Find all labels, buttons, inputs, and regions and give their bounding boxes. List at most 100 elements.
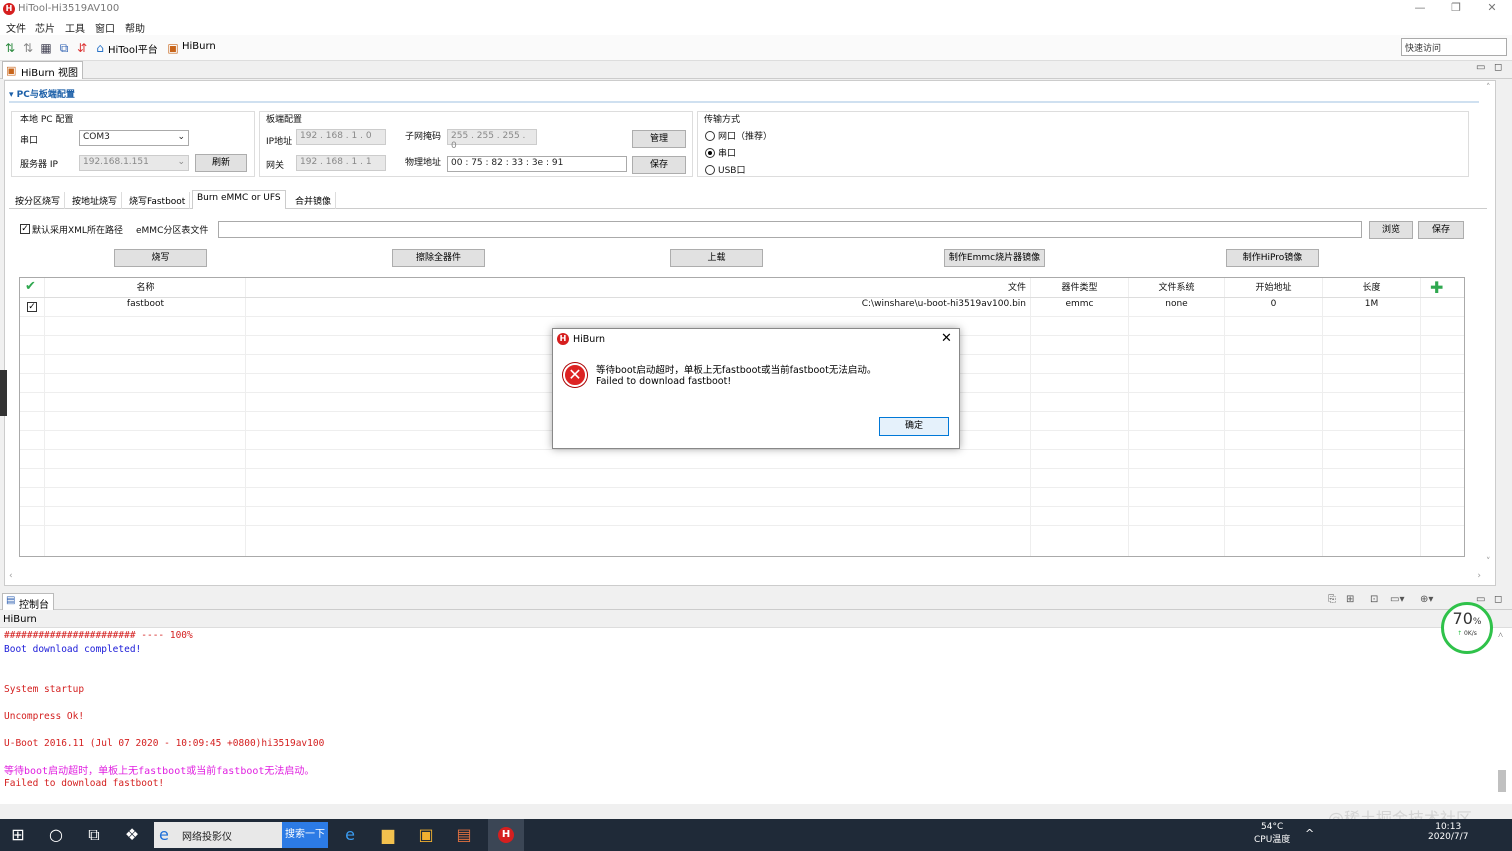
home-icon[interactable]: ⌂ — [93, 41, 107, 55]
radio-serial[interactable] — [705, 148, 715, 158]
tray-expand-icon[interactable]: ^ — [1305, 827, 1314, 840]
gauge-percent: 70 — [1452, 609, 1473, 628]
hiburn-tray-icon[interactable]: ▤ — [454, 825, 474, 845]
manage-button[interactable]: 管理 — [632, 130, 686, 148]
horizontal-scrollbar[interactable]: ‹ › — [7, 571, 1483, 583]
erase-all-button[interactable]: 擦除全器件 — [392, 249, 485, 267]
upload-button[interactable]: 上载 — [670, 249, 763, 267]
tab-merge-image[interactable]: 合并镜像 — [291, 192, 337, 209]
close-icon[interactable]: ✕ — [941, 331, 952, 346]
edge-browser-icon[interactable]: e — [340, 825, 360, 845]
grid-line — [1420, 278, 1421, 556]
scroll-down-icon[interactable]: ˅ — [1486, 557, 1491, 567]
scroll-left-icon[interactable]: ‹ — [9, 571, 13, 581]
subnet-mask-input[interactable]: 255 . 255 . 255 . 0 — [447, 129, 537, 151]
default-xml-path-checkbox[interactable]: ✓ — [20, 224, 30, 234]
taskbar-search-button[interactable]: 搜索一下 — [282, 822, 328, 848]
ip-address-input[interactable]: 192 . 168 . 1 . 0 — [296, 129, 386, 145]
gateway-input[interactable]: 192 . 168 . 1 . 1 — [296, 155, 386, 171]
row-filesystem[interactable]: none — [1129, 299, 1224, 315]
view-minimize-icon[interactable]: ▭ — [1476, 62, 1485, 73]
disconnect-icon[interactable]: ⇅ — [21, 41, 35, 55]
console-maximize-icon[interactable]: ◻ — [1494, 594, 1502, 605]
tab-burn-emmc-ufs[interactable]: Burn eMMC or UFS — [192, 190, 286, 209]
minimize-button[interactable]: — — [1402, 0, 1438, 18]
save-xml-button[interactable]: 保存 — [1418, 221, 1464, 239]
menu-chip[interactable]: 芯片 — [35, 20, 55, 35]
row-start-address[interactable]: 0 — [1225, 299, 1322, 315]
select-all-check-icon[interactable]: ✔ — [25, 279, 36, 294]
console-output[interactable]: ####################### ---- 100% Boot d… — [0, 627, 1512, 804]
chip-icon[interactable]: ▦ — [39, 41, 53, 55]
console-tab[interactable]: ▤ 控制台 — [2, 593, 54, 611]
taskbar-search-box[interactable]: e 网络投影仪 — [154, 822, 282, 848]
browse-button[interactable]: 浏览 — [1369, 221, 1413, 239]
scroll-lock-icon[interactable]: ⊞ — [1346, 594, 1354, 605]
console-vertical-scrollbar[interactable]: ˄ — [1496, 630, 1508, 802]
header-file[interactable]: 文件 — [246, 280, 1026, 296]
row-name[interactable]: fastboot — [46, 299, 245, 315]
burn-button[interactable]: 烧写 — [114, 249, 207, 267]
add-row-plus-icon[interactable]: ✚ — [1430, 278, 1443, 297]
serial-select[interactable]: COM3 ⌄ — [79, 130, 189, 146]
view-maximize-icon[interactable]: ◻ — [1494, 62, 1502, 73]
scroll-thumb[interactable] — [1498, 770, 1506, 792]
tab-partition-burn[interactable]: 按分区烧写 — [11, 192, 66, 209]
header-length[interactable]: 长度 — [1323, 280, 1420, 296]
ok-button[interactable]: 确定 — [879, 417, 949, 436]
side-panel-handle[interactable] — [0, 370, 7, 416]
make-emmc-image-button[interactable]: 制作Emmc烧片器镜像 — [944, 249, 1045, 267]
vertical-scrollbar[interactable]: ˄ ˅ — [1485, 81, 1495, 581]
section-header[interactable]: ▾ PC与板端配置 — [9, 87, 1479, 103]
file-explorer-icon[interactable]: ▆ — [378, 825, 398, 845]
emmc-table-path-input[interactable] — [218, 221, 1362, 238]
header-start-address[interactable]: 开始地址 — [1225, 280, 1322, 296]
app-icon[interactable]: ▣ — [416, 825, 436, 845]
app-switch-icon[interactable]: ❖ — [122, 825, 142, 845]
header-filesystem[interactable]: 文件系统 — [1129, 280, 1224, 296]
scroll-right-icon[interactable]: › — [1477, 571, 1481, 581]
radio-usb[interactable] — [705, 165, 715, 175]
scroll-up-icon[interactable]: ˄ — [1498, 630, 1503, 641]
row-length[interactable]: 1M — [1323, 299, 1420, 315]
maximize-button[interactable]: ❐ — [1438, 0, 1474, 18]
hitool-platform-link[interactable]: HiTool平台 — [108, 41, 158, 56]
scroll-up-icon[interactable]: ˄ — [1486, 83, 1491, 93]
display-console-icon[interactable]: ▭▾ — [1390, 594, 1404, 605]
network-icon[interactable]: ⧉ — [57, 41, 71, 55]
cortana-search-icon[interactable]: ○ — [46, 825, 66, 845]
mac-address-input[interactable]: 00 : 75 : 82 : 33 : 3e : 91 — [447, 156, 627, 172]
refresh-button[interactable]: 刷新 — [195, 154, 247, 172]
windows-start-icon[interactable]: ⊞ — [8, 825, 28, 845]
make-hipro-image-button[interactable]: 制作HiPro镜像 — [1226, 249, 1319, 267]
menu-window[interactable]: 窗口 — [95, 20, 115, 35]
menu-tools[interactable]: 工具 — [65, 20, 85, 35]
hiburn-link[interactable]: HiBurn — [182, 41, 216, 52]
close-button[interactable]: ✕ — [1474, 0, 1510, 18]
connect-icon[interactable]: ⇅ — [3, 41, 17, 55]
clock[interactable]: 10:13 2020/7/7 — [1428, 822, 1468, 842]
server-ip-select[interactable]: 192.168.1.151 ⌄ — [79, 155, 189, 171]
header-device-type[interactable]: 器件类型 — [1031, 280, 1128, 296]
pin-console-icon[interactable]: ⊡ — [1370, 594, 1378, 605]
hiburn-view-tab[interactable]: ▣ HiBurn 视图 — [2, 61, 83, 79]
save-board-button[interactable]: 保存 — [632, 156, 686, 174]
row-device-type[interactable]: emmc — [1031, 299, 1128, 315]
open-console-icon[interactable]: ⊕▾ — [1420, 594, 1433, 605]
row-checkbox[interactable]: ✓ — [27, 302, 37, 312]
menu-help[interactable]: 帮助 — [125, 20, 145, 35]
tab-address-burn[interactable]: 按地址烧写 — [68, 192, 123, 209]
hitool-active-app[interactable]: H — [488, 819, 524, 851]
menu-file[interactable]: 文件 — [6, 20, 26, 35]
task-view-icon[interactable]: ⧉ — [84, 825, 104, 845]
network-speed-gauge[interactable]: 70% ↑ 0K/s — [1441, 602, 1493, 654]
header-name[interactable]: 名称 — [46, 280, 245, 296]
transfer-icon[interactable]: ⇵ — [75, 41, 89, 55]
hiburn-icon[interactable]: ▣ — [166, 41, 180, 55]
grid-line — [1224, 278, 1225, 556]
clear-console-icon[interactable]: ⎘ — [1328, 594, 1336, 605]
quick-access-input[interactable]: 快速访问 — [1401, 38, 1507, 56]
radio-ethernet[interactable] — [705, 131, 715, 141]
row-file[interactable]: C:\winshare\u-boot-hi3519av100.bin — [246, 299, 1026, 315]
tab-burn-fastboot[interactable]: 烧写Fastboot — [125, 192, 191, 209]
